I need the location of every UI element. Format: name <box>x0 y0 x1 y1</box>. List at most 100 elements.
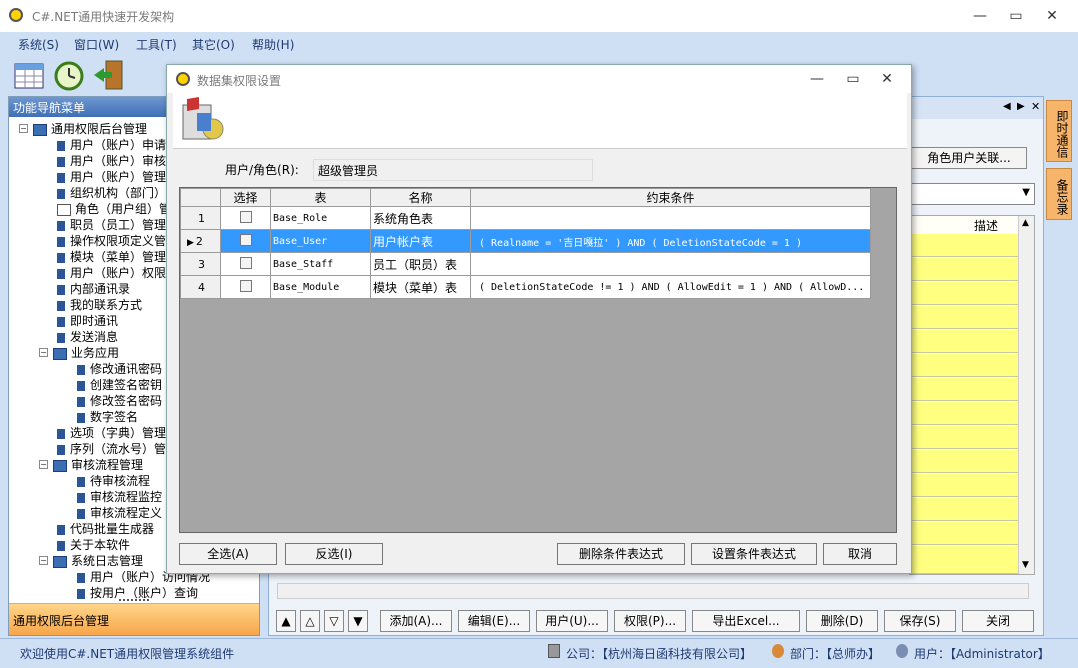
splitter-handle[interactable] <box>119 599 149 602</box>
dialog-maximize-button[interactable]: ▭ <box>835 65 871 93</box>
tree-item[interactable]: 业务应用 <box>53 345 119 361</box>
grid-header-name[interactable]: 名称 <box>370 188 471 207</box>
tree-item[interactable]: 待审核流程 <box>77 473 150 489</box>
table-cell[interactable]: Base_Role <box>270 206 371 230</box>
export-excel-button[interactable]: 导出Excel... <box>692 610 800 632</box>
tree-item[interactable]: 选项（字典）管理 <box>57 425 166 441</box>
scroll-down-icon[interactable]: ▼ <box>1022 560 1029 570</box>
minimize-button[interactable]: — <box>962 2 998 30</box>
tree-expander-icon[interactable]: − <box>39 460 48 469</box>
row-checkbox[interactable] <box>239 256 252 269</box>
maximize-button[interactable]: ▭ <box>998 2 1034 30</box>
grid-header-select[interactable]: 选择 <box>220 188 271 207</box>
constraint-cell[interactable]: ( DeletionStateCode != 1 ) AND ( AllowEd… <box>470 275 871 299</box>
tree-item[interactable]: 我的联系方式 <box>57 297 142 313</box>
tree-item[interactable]: 审核流程管理 <box>53 457 143 473</box>
table-cell[interactable]: Base_Staff <box>270 252 371 276</box>
table-row[interactable] <box>910 234 1018 257</box>
row-header[interactable]: 3 <box>180 252 221 276</box>
menu-window[interactable]: 窗口(W) <box>74 36 119 53</box>
close-tab-icon[interactable]: ✕ <box>1031 100 1040 113</box>
menu-other[interactable]: 其它(O) <box>192 36 235 53</box>
side-tab-memo[interactable]: 备忘录 <box>1046 168 1072 220</box>
tree-item[interactable]: 按用户（账户）查询 <box>77 585 198 599</box>
row-header[interactable]: ▶ 2 <box>180 229 221 253</box>
tree-expander-icon[interactable]: − <box>39 556 48 565</box>
tree-item[interactable]: 审核流程监控 <box>77 489 162 505</box>
permissions-button[interactable]: 权限(P)... <box>614 610 686 632</box>
dialog-minimize-button[interactable]: — <box>799 65 835 93</box>
nav-bottom-tab[interactable]: 通用权限后台管理 <box>9 603 259 635</box>
add-button[interactable]: 添加(A)... <box>380 610 452 632</box>
grid-header-constraint[interactable]: 约束条件 <box>470 188 871 207</box>
grid-row[interactable]: 3 Base_Staff 员工（职员）表 <box>180 252 871 276</box>
constraint-cell[interactable] <box>470 206 871 230</box>
grid-header-table[interactable]: 表 <box>270 188 371 207</box>
table-row[interactable] <box>910 402 1018 425</box>
tree-item[interactable]: 修改通讯密码 <box>77 361 162 377</box>
tree-expander-icon[interactable]: − <box>39 348 48 357</box>
grid-row[interactable]: 4 Base_Module 模块（菜单）表( DeletionStateCode !… <box>180 275 871 299</box>
role-user-link-button[interactable]: 角色用户关联... <box>911 147 1027 169</box>
grid-row[interactable]: ▶ 2 Base_User 用户帐户表( Realname = '吉日嘎拉' ) AN… <box>180 229 871 253</box>
user-role-field[interactable]: 超级管理员 <box>313 159 593 181</box>
table-row[interactable] <box>910 546 1018 574</box>
select-all-button[interactable]: 全选(A) <box>179 543 277 565</box>
tree-item[interactable]: 职员（员工）管理 <box>57 217 166 233</box>
table-row[interactable] <box>910 450 1018 473</box>
move-down-button[interactable]: ▽ <box>324 610 344 632</box>
scroll-right-icon[interactable]: ▶ <box>1017 101 1025 112</box>
name-cell[interactable]: 员工（职员）表 <box>370 252 471 276</box>
database-grid-icon[interactable] <box>12 58 46 92</box>
cancel-button[interactable]: 取消 <box>823 543 897 565</box>
menu-help[interactable]: 帮助(H) <box>252 36 294 53</box>
scroll-up-icon[interactable]: ▲ <box>1022 218 1029 228</box>
filter-select[interactable]: ▼ <box>911 183 1035 205</box>
scroll-left-icon[interactable]: ◀ <box>1003 101 1011 112</box>
tree-item[interactable]: 用户（账户）管理 <box>57 169 166 185</box>
delete-button[interactable]: 删除(D) <box>806 610 878 632</box>
tree-item[interactable]: 修改签名密码 <box>77 393 162 409</box>
dialog-close-button[interactable]: ✕ <box>869 65 905 93</box>
tree-item[interactable]: 内部通讯录 <box>57 281 130 297</box>
close-button[interactable]: ✕ <box>1034 2 1070 30</box>
delete-expression-button[interactable]: 删除条件表达式 <box>557 543 685 565</box>
menu-system[interactable]: 系统(S) <box>18 36 59 53</box>
table-cell[interactable]: Base_User <box>270 229 371 253</box>
menu-tools[interactable]: 工具(T) <box>136 36 177 53</box>
table-row[interactable] <box>910 330 1018 353</box>
save-button[interactable]: 保存(S) <box>884 610 956 632</box>
tree-item[interactable]: 数字签名 <box>77 409 138 425</box>
tree-item[interactable]: 角色（用户组）管 <box>57 201 171 217</box>
move-top-button[interactable]: ▲ <box>276 610 296 632</box>
tree-item[interactable]: 用户（账户）申请 <box>57 137 166 153</box>
tree-item[interactable]: 通用权限后台管理 <box>33 121 147 137</box>
table-row[interactable] <box>910 306 1018 329</box>
tree-item[interactable]: 关于本软件 <box>57 537 130 553</box>
tree-item[interactable]: 用户（账户）审核 <box>57 153 166 169</box>
constraint-cell[interactable] <box>470 252 871 276</box>
table-row[interactable] <box>910 498 1018 521</box>
set-expression-button[interactable]: 设置条件表达式 <box>691 543 817 565</box>
name-cell[interactable]: 用户帐户表 <box>370 229 471 253</box>
row-header[interactable]: 4 <box>180 275 221 299</box>
row-checkbox[interactable] <box>239 279 252 292</box>
move-bottom-button[interactable]: ▼ <box>348 610 368 632</box>
table-row[interactable] <box>910 474 1018 497</box>
table-row[interactable] <box>910 378 1018 401</box>
row-checkbox[interactable] <box>239 233 252 246</box>
table-row[interactable] <box>910 522 1018 545</box>
users-button[interactable]: 用户(U)... <box>536 610 608 632</box>
constraint-cell[interactable]: ( Realname = '吉日嘎拉' ) AND ( DeletionStat… <box>470 229 871 253</box>
tree-item[interactable]: 审核流程定义 <box>77 505 162 521</box>
tree-item[interactable]: 操作权限项定义管 <box>57 233 166 249</box>
tree-item[interactable]: 序列（流水号）管 <box>57 441 166 457</box>
table-row[interactable] <box>910 354 1018 377</box>
tree-item[interactable]: 系统日志管理 <box>53 553 143 569</box>
close-panel-button[interactable]: 关闭 <box>962 610 1034 632</box>
name-cell[interactable]: 模块（菜单）表 <box>370 275 471 299</box>
table-row[interactable] <box>910 282 1018 305</box>
table-row[interactable] <box>910 258 1018 281</box>
exit-door-icon[interactable] <box>92 58 126 92</box>
clock-refresh-icon[interactable] <box>52 58 86 92</box>
